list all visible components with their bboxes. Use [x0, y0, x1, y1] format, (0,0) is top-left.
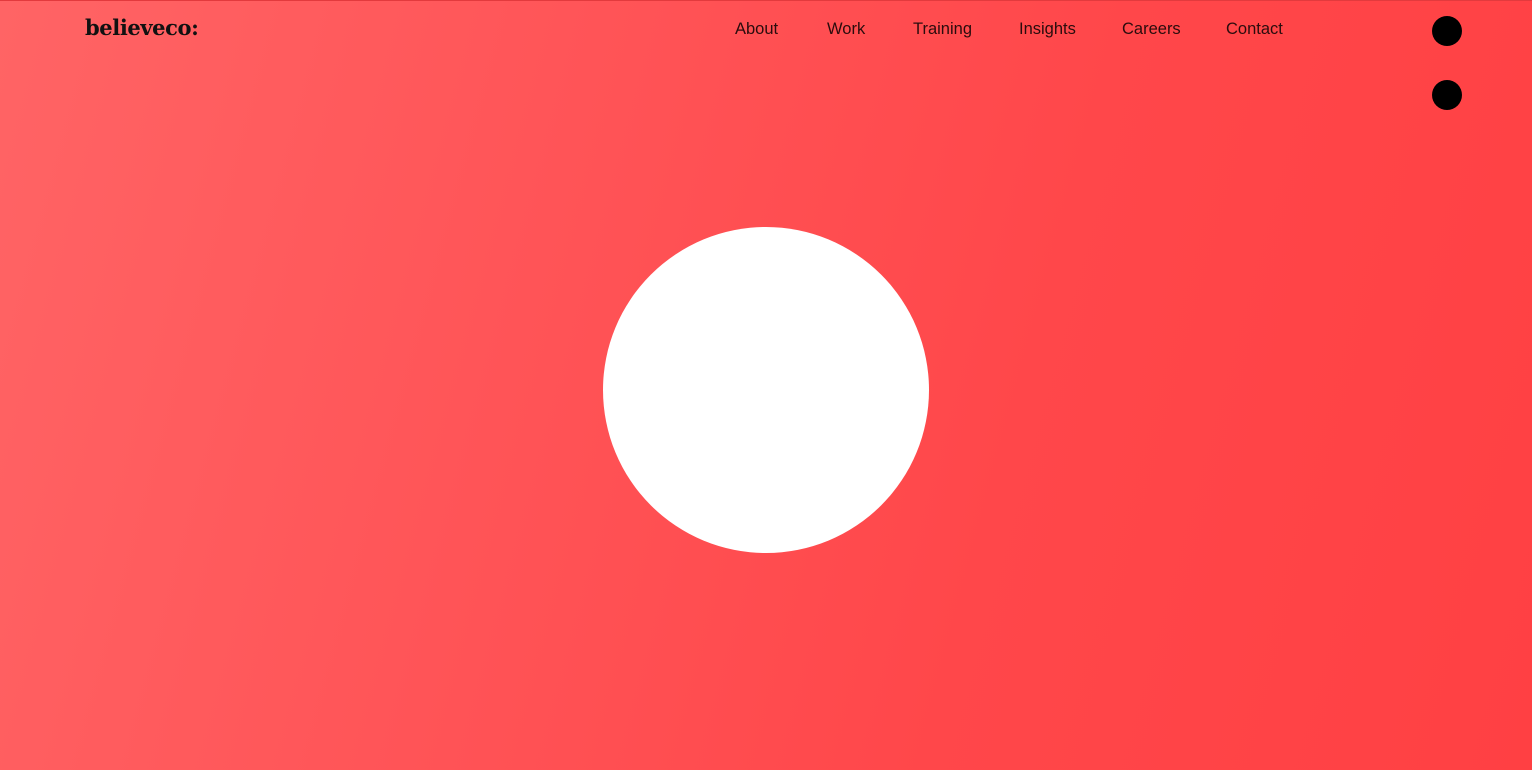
hero-circle: [603, 227, 929, 553]
nav-link-careers[interactable]: Careers: [1122, 20, 1181, 39]
nav-link-about[interactable]: About: [735, 20, 778, 39]
site-logo[interactable]: believeco:: [85, 15, 199, 40]
nav-link-contact[interactable]: Contact: [1226, 20, 1283, 39]
menu-dot-bottom-icon[interactable]: [1432, 80, 1462, 110]
nav-link-work[interactable]: Work: [827, 20, 865, 39]
page: believeco: About Work Training Insights …: [0, 0, 1532, 770]
nav-link-insights[interactable]: Insights: [1019, 20, 1076, 39]
nav-link-training[interactable]: Training: [913, 20, 972, 39]
menu-dot-top-icon[interactable]: [1432, 16, 1462, 46]
